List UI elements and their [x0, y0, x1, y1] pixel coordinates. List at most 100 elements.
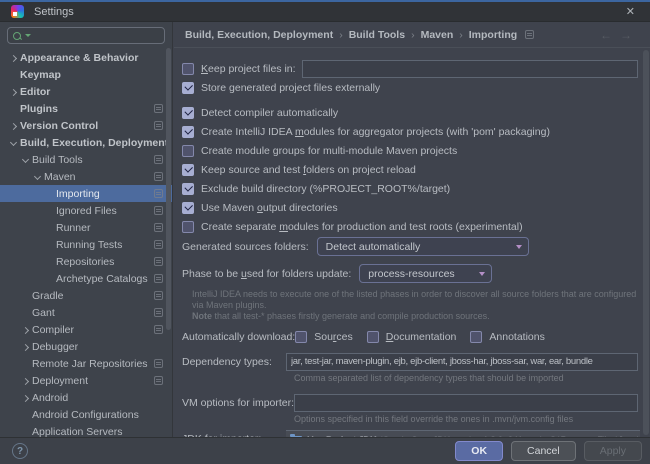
settings-tree: Appearance & Behavior Keymap Editor Plugins… [0, 49, 172, 437]
auto-download-documentation: Documentation [366, 330, 456, 343]
tree-item-label: Runner [56, 221, 91, 234]
sidebar-item-plugins[interactable]: Plugins [0, 100, 172, 117]
checkbox-label: Exclude build directory (%PROJECT_ROOT%/… [201, 182, 451, 195]
cancel-button[interactable]: Cancel [511, 441, 576, 461]
sidebar-item-editor[interactable]: Editor [0, 83, 172, 100]
tree-item-label: Application Servers [32, 425, 123, 438]
checkbox-create-intellij-idea-modules-for-aggregator-projects-with-pom-packaging[interactable] [182, 125, 194, 138]
settings-page-icon [154, 240, 163, 249]
sidebar-item-importing[interactable]: Importing [0, 185, 172, 202]
sidebar-item-maven[interactable]: Maven [0, 168, 172, 185]
sidebar-item-runner[interactable]: Runner [0, 219, 172, 236]
checkbox-detect-compiler-automatically[interactable] [182, 106, 194, 119]
back-icon[interactable]: ← [600, 28, 620, 42]
sidebar-item-deployment[interactable]: Deployment [0, 372, 172, 389]
auto-download-label: Automatically download: [182, 330, 296, 343]
generated-sources-row: Generated sources folders: Detect automa… [182, 237, 640, 256]
checkbox-create-separate-modules-for-production-and-test-roots-experimental[interactable] [182, 220, 194, 233]
close-icon[interactable]: ✕ [620, 3, 641, 20]
checkbox-create-module-groups-for-multi-module-maven-projects[interactable] [182, 144, 194, 157]
sidebar-item-keymap[interactable]: Keymap [0, 66, 172, 83]
sidebar-item-ignored-files[interactable]: Ignored Files [0, 202, 172, 219]
sidebar-item-gant[interactable]: Gant [0, 304, 172, 321]
sidebar-item-compiler[interactable]: Compiler [0, 321, 172, 338]
checkbox-label: Store generated project files externally [201, 81, 381, 94]
checkbox-use-maven-output-directories[interactable] [182, 201, 194, 214]
checkbox-label: Use Maven output directories [201, 201, 338, 214]
sidebar-item-appearance-behavior[interactable]: Appearance & Behavior [0, 49, 172, 66]
settings-page-icon [525, 30, 535, 39]
sidebar-item-running-tests[interactable]: Running Tests [0, 236, 172, 253]
checkbox-store-generated-project-files-externally[interactable] [182, 81, 194, 94]
breadcrumb-segment-build-tools[interactable]: Build Tools [349, 29, 405, 41]
settings-page-icon [154, 376, 163, 385]
chevron-right-icon[interactable] [8, 52, 20, 64]
tree-item-label: Repositories [56, 255, 115, 268]
chevron-right-icon[interactable] [20, 375, 32, 387]
sidebar-item-repositories[interactable]: Repositories [0, 253, 172, 270]
option-row-create-intellij-idea-modules-for-aggregator-projects-with-pom-packaging: Create IntelliJ IDEA modules for aggrega… [182, 122, 640, 141]
dependency-types-input[interactable] [286, 352, 638, 371]
sidebar-item-build-tools[interactable]: Build Tools [0, 151, 172, 168]
chevron-right-icon[interactable] [8, 86, 20, 98]
window-title: Settings [34, 5, 74, 18]
checkbox-keep-source-and-test-folders-on-project-reload[interactable] [182, 163, 194, 176]
tree-item-label: Remote Jar Repositories [32, 357, 148, 370]
checkbox-annotations[interactable] [470, 330, 483, 343]
breadcrumb-segment-importing[interactable]: Importing [469, 29, 517, 41]
content-scrollbar[interactable] [643, 50, 649, 435]
sidebar-item-version-control[interactable]: Version Control [0, 117, 172, 134]
breadcrumb-segment-maven[interactable]: Maven [421, 29, 454, 41]
chevron-right-icon[interactable] [20, 324, 32, 336]
tree-item-label: Debugger [32, 340, 79, 353]
chevron-down-icon[interactable] [20, 154, 32, 166]
breadcrumb-segment-build-execution-deployment[interactable]: Build, Execution, Deployment [185, 29, 333, 41]
tree-item-label: Editor [20, 85, 51, 98]
chevron-down-icon[interactable] [32, 171, 44, 183]
tree-item-label: Version Control [20, 119, 99, 132]
sidebar-scrollbar[interactable] [166, 48, 171, 330]
generated-sources-dropdown[interactable]: Detect automatically [316, 237, 529, 256]
sidebar-item-debugger[interactable]: Debugger [0, 338, 172, 355]
phase-dropdown[interactable]: process-resources [359, 264, 493, 283]
checkbox-list: Keep project files in: Store generated pr… [182, 59, 640, 236]
tree-item-label: Keymap [20, 68, 61, 81]
vm-options-input[interactable] [294, 393, 638, 412]
sidebar-item-android[interactable]: Android [0, 389, 172, 406]
checkbox-exclude-build-directory-project-root-target[interactable] [182, 182, 194, 195]
auto-download-row: Automatically download: Sources Documenta… [182, 327, 640, 346]
settings-page-icon [154, 291, 163, 300]
sidebar-item-remote-jar-repositories[interactable]: Remote Jar Repositories [0, 355, 172, 372]
sidebar-item-application-servers[interactable]: Application Servers [0, 423, 172, 438]
sidebar-item-android-configurations[interactable]: Android Configurations [0, 406, 172, 423]
sidebar-item-archetype-catalogs[interactable]: Archetype Catalogs [0, 270, 172, 287]
search-input[interactable] [35, 29, 159, 42]
checkbox-sources[interactable] [295, 330, 308, 343]
checkbox-keep-project-files-in[interactable] [182, 62, 194, 75]
chevron-right-icon[interactable] [20, 341, 32, 353]
forward-icon[interactable]: → [620, 28, 640, 42]
tree-item-label: Android [32, 391, 69, 404]
search-box[interactable] [7, 27, 165, 44]
sidebar-item-gradle[interactable]: Gradle [0, 287, 172, 304]
checkbox-documentation[interactable] [366, 330, 379, 343]
jdk-dropdown[interactable]: Use Project JDK (Oracle OpenJDK version … [286, 430, 640, 437]
jdk-label: JDK for importer: [182, 430, 286, 437]
keep-project-files-input[interactable] [301, 59, 638, 78]
chevron-right-icon[interactable] [20, 392, 32, 404]
ok-button[interactable]: OK [455, 441, 504, 461]
chevron-down-icon[interactable] [8, 137, 20, 149]
tree-item-label: Running Tests [56, 238, 123, 251]
help-button[interactable]: ? [12, 443, 28, 459]
sidebar-item-build-execution-deployment[interactable]: Build, Execution, Deployment [0, 134, 172, 151]
checkbox-label: Annotations [489, 330, 545, 343]
chevron-right-icon[interactable] [8, 120, 20, 132]
settings-page-icon [154, 155, 163, 164]
